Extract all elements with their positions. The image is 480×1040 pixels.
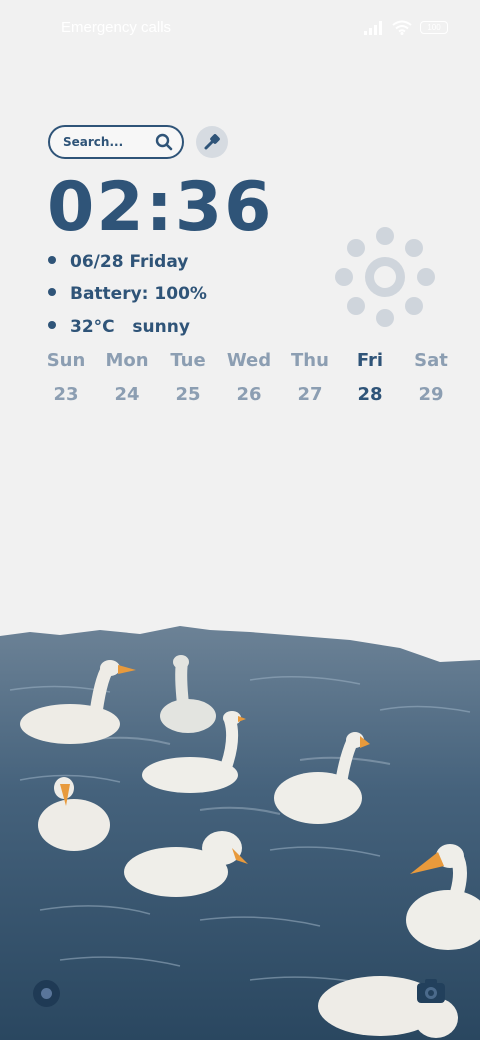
day-sat: Sat 29	[414, 350, 448, 405]
bullet	[48, 256, 56, 264]
search-placeholder: Search...	[63, 135, 124, 149]
temperature-text: 32°C	[70, 317, 115, 337]
status-bar: Emergency calls 100	[0, 0, 480, 56]
emergency-calls-text[interactable]: Emergency calls	[61, 19, 171, 36]
status-icons: 100	[364, 20, 448, 35]
day-tue: Tue 25	[170, 350, 206, 405]
day-sun: Sun 23	[46, 350, 86, 405]
geese-wallpaper	[0, 626, 480, 1040]
battery-line: Battery: 100%	[48, 284, 207, 304]
shortcut-left-button[interactable]	[33, 980, 60, 1007]
wifi-icon	[392, 20, 412, 35]
camera-icon[interactable]	[416, 978, 446, 1004]
search-icon[interactable]	[155, 133, 173, 151]
day-wed: Wed 26	[226, 350, 272, 405]
weather-condition: sunny	[132, 317, 190, 337]
battery-label: Battery:	[70, 284, 149, 304]
sun-icon	[335, 227, 435, 327]
circle-icon	[41, 988, 52, 999]
battery-value: 100%	[154, 284, 207, 304]
day-mon: Mon 24	[105, 350, 149, 405]
date-text: 06/28 Friday	[70, 252, 189, 272]
bullet	[48, 321, 56, 329]
bullet	[48, 288, 56, 296]
search-box[interactable]: Search...	[48, 125, 184, 159]
clock-time: 02:36	[47, 168, 274, 247]
brush-icon	[204, 134, 220, 150]
theme-brush-button[interactable]	[196, 126, 228, 158]
day-fri-today: Fri 28	[356, 350, 384, 405]
weather-line: 32°C sunny	[48, 317, 190, 337]
day-thu: Thu 27	[291, 350, 329, 405]
date-line: 06/28 Friday	[48, 252, 188, 272]
battery-icon: 100	[420, 21, 448, 34]
signal-bars-icon	[364, 20, 382, 35]
